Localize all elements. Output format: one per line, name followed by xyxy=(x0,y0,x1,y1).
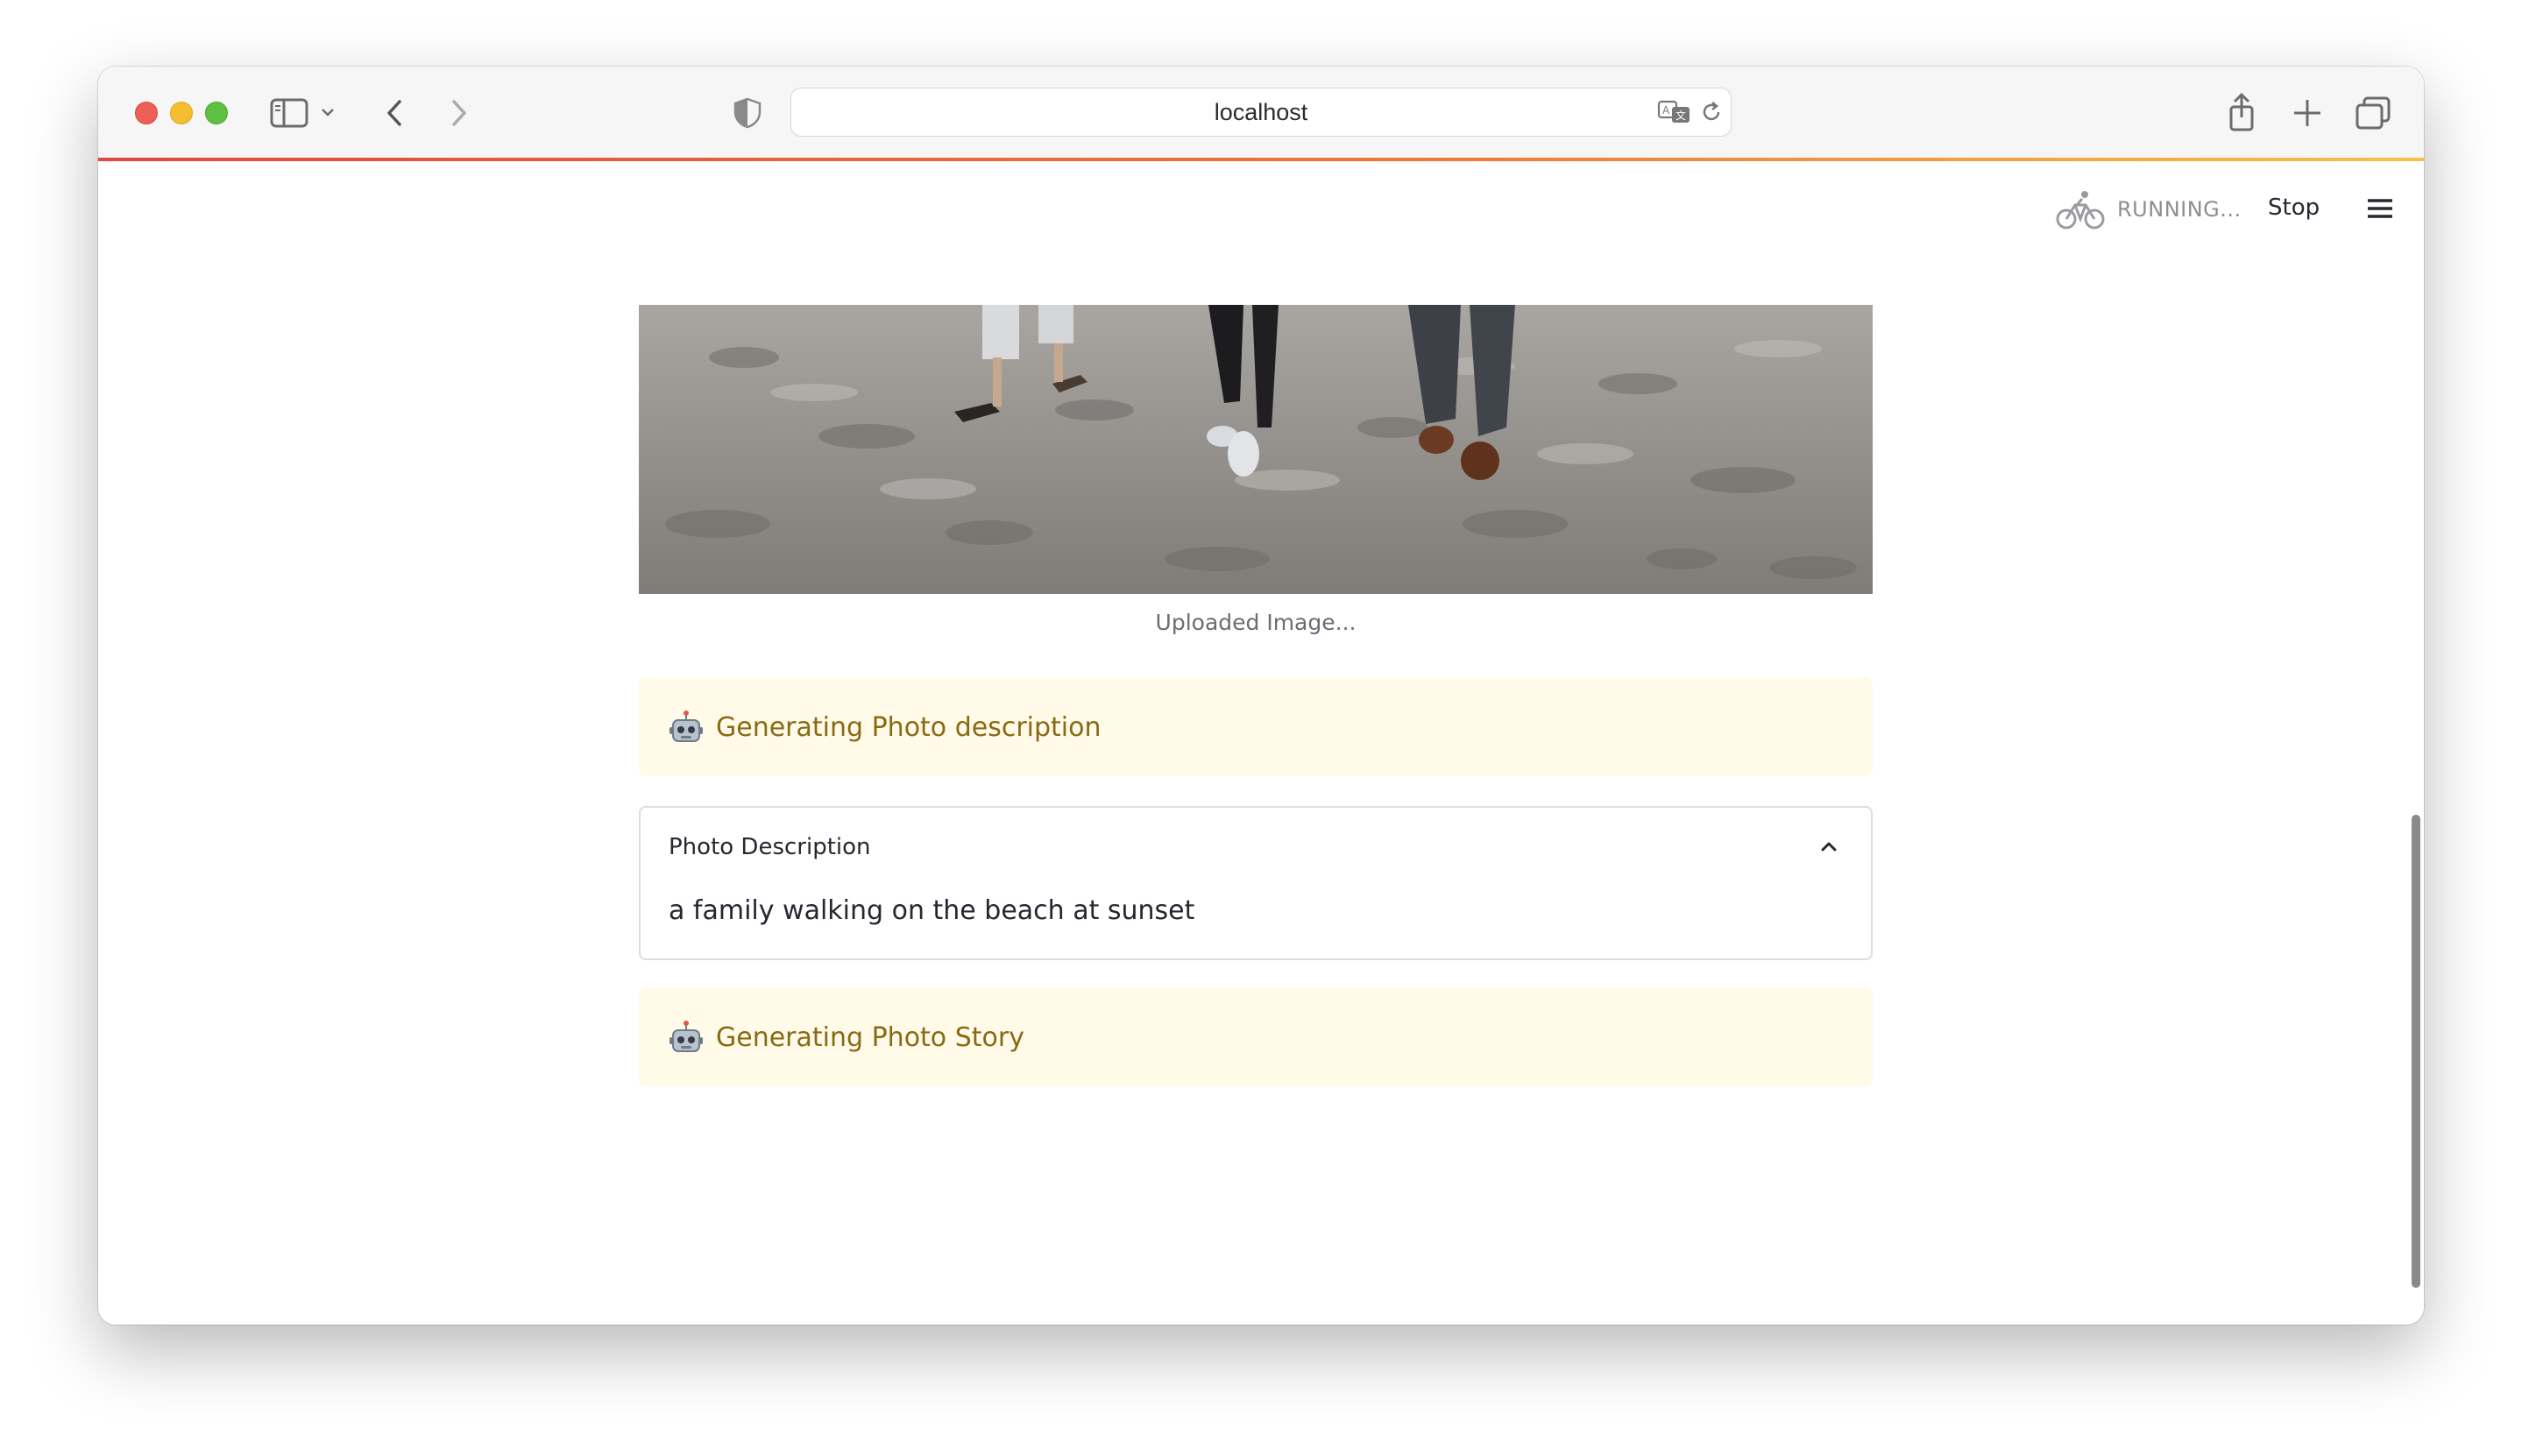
hamburger-menu-icon[interactable] xyxy=(2364,193,2396,224)
status-alert-story: Generating Photo Story xyxy=(639,988,1873,1086)
bicycle-icon xyxy=(2056,187,2105,231)
robot-icon xyxy=(669,1021,703,1052)
close-window-button[interactable] xyxy=(135,102,158,124)
url-text: localhost xyxy=(1214,98,1308,125)
address-bar[interactable]: localhost A文 xyxy=(790,88,1732,137)
zoom-window-button[interactable] xyxy=(205,102,228,124)
chevron-up-icon[interactable] xyxy=(1817,834,1841,859)
robot-icon xyxy=(669,710,703,742)
browser-window: localhost A文 RUNNING... Stop Uploaded Im… xyxy=(98,67,2424,1325)
scrollbar-thumb[interactable] xyxy=(2412,815,2420,1288)
running-status: RUNNING... xyxy=(2056,187,2242,231)
chevron-down-icon[interactable] xyxy=(319,103,337,121)
photo-description-expander[interactable]: Photo Description a family walking on th… xyxy=(639,806,1873,960)
back-button[interactable] xyxy=(377,95,414,131)
stop-button[interactable]: Stop xyxy=(2268,194,2320,221)
uploaded-photo xyxy=(639,305,1873,594)
alert-text: Generating Photo Story xyxy=(716,1021,1024,1053)
svg-text:A: A xyxy=(1662,104,1670,117)
browser-toolbar: localhost A文 xyxy=(98,67,2424,159)
translate-icon[interactable]: A文 xyxy=(1657,99,1692,125)
shield-icon[interactable] xyxy=(731,96,764,130)
status-alert-description: Generating Photo description xyxy=(639,678,1873,776)
sidebar-icon[interactable] xyxy=(270,98,308,128)
plus-icon[interactable] xyxy=(2289,95,2326,131)
chevron-right-icon xyxy=(452,100,466,126)
alert-text: Generating Photo description xyxy=(716,711,1102,743)
page-content: RUNNING... Stop Uploaded Image... Genera… xyxy=(98,161,2424,1325)
share-icon[interactable] xyxy=(2222,91,2261,133)
reload-icon[interactable] xyxy=(1699,100,1724,124)
minimize-window-button[interactable] xyxy=(170,102,193,124)
tabs-overview-icon[interactable] xyxy=(2354,95,2392,131)
image-caption: Uploaded Image... xyxy=(1155,610,1357,635)
forward-button[interactable] xyxy=(440,95,477,131)
expander-title[interactable]: Photo Description xyxy=(669,834,871,860)
expander-body-text: a family walking on the beach at sunset xyxy=(669,895,1195,926)
svg-text:文: 文 xyxy=(1675,109,1686,122)
running-label: RUNNING... xyxy=(2117,197,2242,222)
chevron-left-icon xyxy=(387,100,401,126)
